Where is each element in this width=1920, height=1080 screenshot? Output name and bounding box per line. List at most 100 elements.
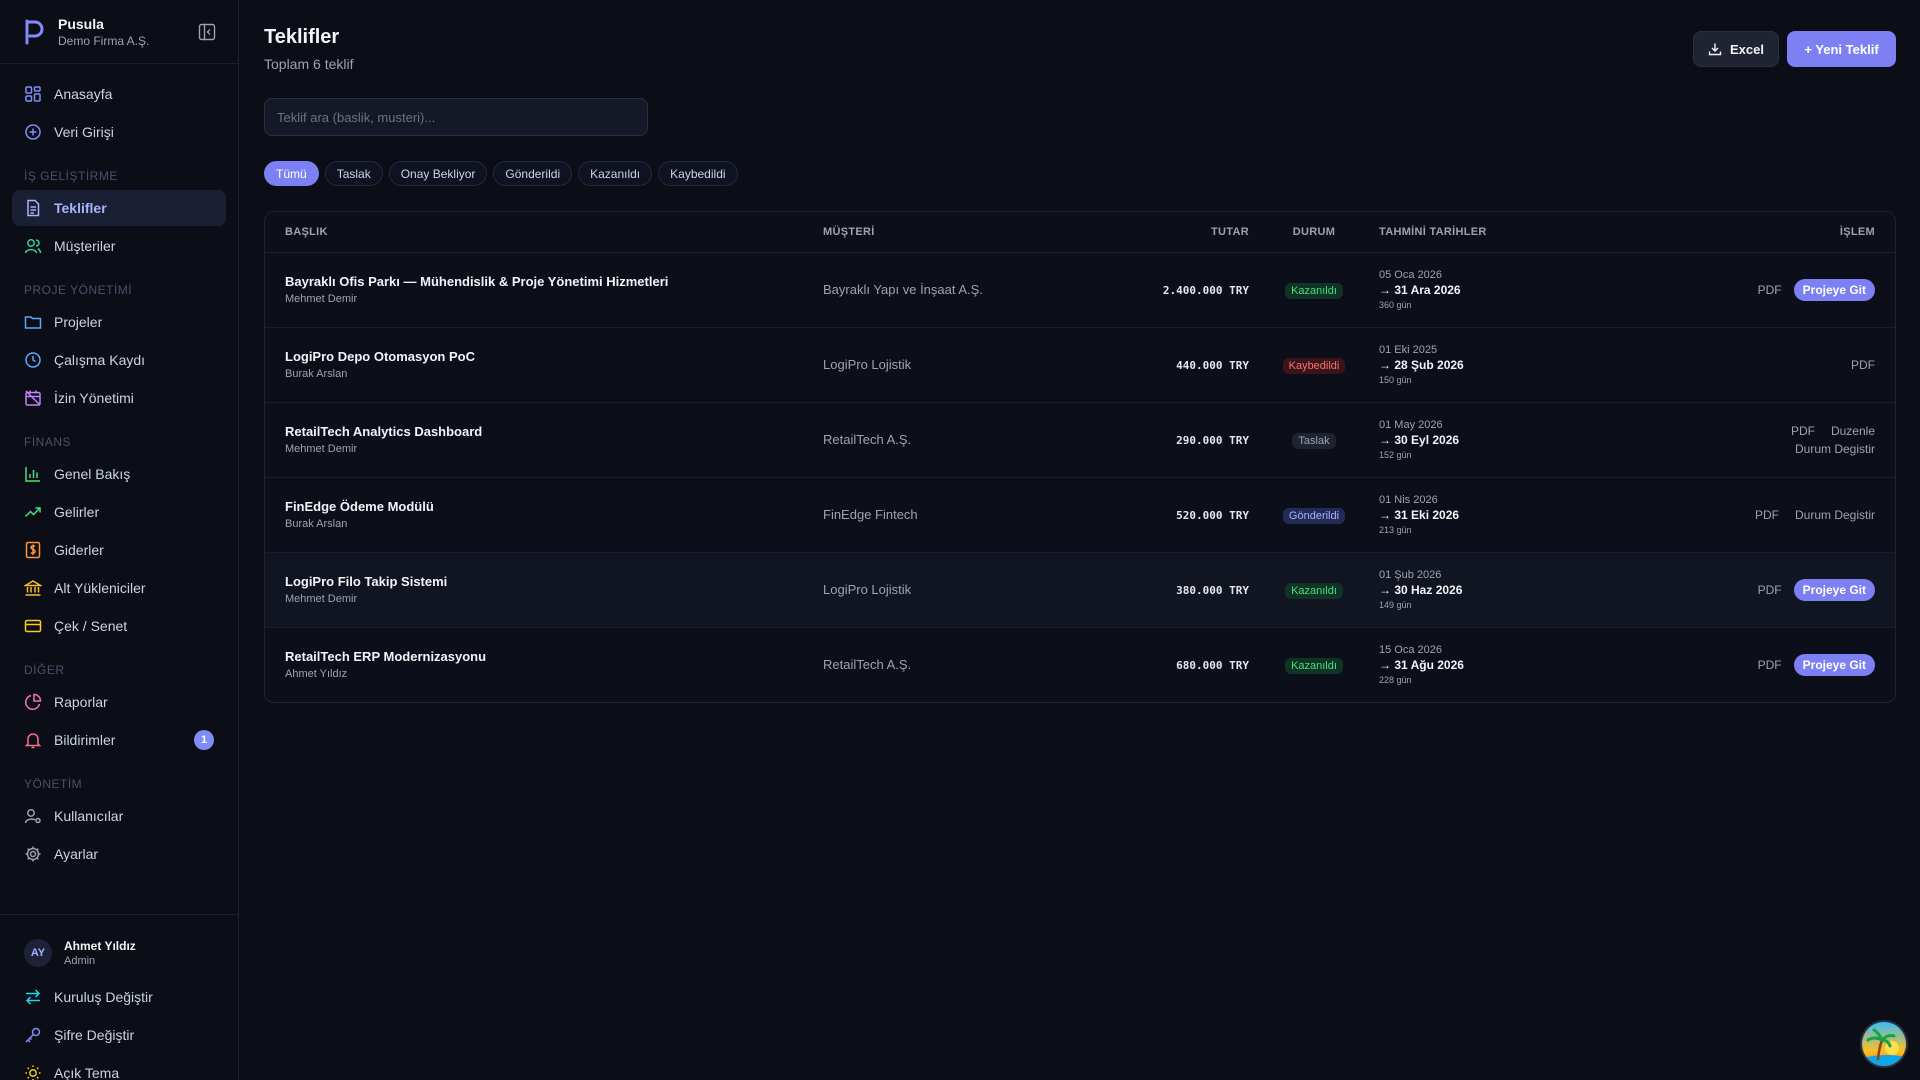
sidebar-item-reports[interactable]: Raporlar xyxy=(12,684,226,720)
excel-button-label: Excel xyxy=(1730,41,1764,57)
pdf-link[interactable]: PDF xyxy=(1758,583,1782,597)
pdf-link[interactable]: PDF xyxy=(1758,283,1782,297)
offer-customer: LogiPro Lojistik xyxy=(823,356,912,372)
header-status[interactable]: DURUM xyxy=(1249,212,1379,253)
credit-card-icon xyxy=(24,619,42,633)
pdf-link[interactable]: PDF xyxy=(1758,658,1782,672)
user-cog-icon xyxy=(24,809,41,824)
sidebar-item-label: Gelirler xyxy=(54,504,100,520)
sidebar-item-change-password[interactable]: Şifre Değiştir xyxy=(12,1017,226,1053)
offer-owner: Mehmet Demir xyxy=(285,443,358,455)
sidebar-item-subcontractors[interactable]: Alt Yükleniciler xyxy=(12,570,226,606)
sidebar-item-offers[interactable]: Teklifler xyxy=(12,190,226,226)
pdf-link[interactable]: PDF xyxy=(1755,508,1779,522)
status-badge: Gönderildi xyxy=(1282,507,1346,524)
sidebar-item-data-entry[interactable]: Veri Girişi xyxy=(12,114,226,150)
table-row[interactable]: LogiPro Filo Takip Sistemi Mehmet Demir L… xyxy=(265,552,1895,627)
offer-owner: Mehmet Demir xyxy=(285,593,358,605)
goto-project-button[interactable]: Projeye Git xyxy=(1793,578,1875,601)
receipt-icon xyxy=(25,541,41,559)
key-icon xyxy=(25,1027,41,1043)
offer-title[interactable]: LogiPro Depo Otomasyon PoC xyxy=(285,349,823,364)
folder-icon xyxy=(24,316,42,329)
nav-section-business-dev: İŞ GELİŞTİRME xyxy=(24,169,118,183)
sidebar-item-label: Kullanıcılar xyxy=(54,808,124,824)
offer-title[interactable]: LogiPro Filo Takip Sistemi xyxy=(285,574,823,589)
status-badge: Kazanıldı xyxy=(1285,657,1343,674)
header-action: İŞLEM xyxy=(1679,212,1895,253)
status-badge: Kazanıldı xyxy=(1285,282,1343,299)
dashboard-icon xyxy=(25,86,41,102)
offer-customer: RetailTech A.Ş. xyxy=(823,656,912,672)
filter-all[interactable]: Tümü xyxy=(264,161,319,186)
offer-title[interactable]: FinEdge Ödeme Modülü xyxy=(285,499,823,514)
start-date: 01 May 2026 xyxy=(1379,419,1443,431)
table-header-row: BAŞLIK MÜŞTERİ TUTAR DURUM TAHMİNİ TARİH… xyxy=(265,212,1895,253)
offer-title[interactable]: RetailTech ERP Modernizasyonu xyxy=(285,649,823,664)
filter-lost[interactable]: Kaybedildi xyxy=(658,161,738,186)
sidebar-item-worklog[interactable]: Çalışma Kaydı xyxy=(12,342,226,378)
sidebar-item-expenses[interactable]: Giderler xyxy=(12,532,226,568)
header-title[interactable]: BAŞLIK xyxy=(265,212,823,253)
duration-days: 360 gün xyxy=(1379,300,1412,310)
user-name: Ahmet Yıldız xyxy=(64,939,136,953)
current-user[interactable]: AY Ahmet Yıldız Admin xyxy=(0,937,238,969)
sidebar-item-label: Anasayfa xyxy=(54,86,113,102)
table-row[interactable]: RetailTech Analytics Dashboard Mehmet Dem… xyxy=(265,402,1895,477)
goto-project-button[interactable]: Projeye Git xyxy=(1793,653,1875,676)
change-status-link[interactable]: Durum Degistir xyxy=(1795,508,1875,522)
end-date: → 28 Şub 2026 xyxy=(1379,358,1464,372)
filter-sent[interactable]: Gönderildi xyxy=(493,161,573,186)
sidebar-item-settings[interactable]: Ayarlar xyxy=(12,836,226,872)
offer-title[interactable]: Bayraklı Ofis Parkı — Mühendislik & Proj… xyxy=(285,274,823,289)
sidebar-collapse-icon[interactable] xyxy=(198,23,216,41)
search-input[interactable] xyxy=(264,98,648,136)
sidebar-item-income[interactable]: Gelirler xyxy=(12,494,226,530)
offer-owner: Burak Arslan xyxy=(285,518,348,530)
filter-won[interactable]: Kazanıldı xyxy=(578,161,653,186)
filter-draft[interactable]: Taslak xyxy=(324,161,383,186)
header-dates[interactable]: TAHMİNİ TARİHLER xyxy=(1379,212,1679,253)
pdf-link[interactable]: PDF xyxy=(1791,424,1815,438)
new-offer-button[interactable]: + Yeni Teklif xyxy=(1787,31,1896,67)
start-date: 01 Şub 2026 xyxy=(1379,569,1442,581)
sidebar-item-label: Alt Yükleniciler xyxy=(54,580,146,596)
edit-link[interactable]: Duzenle xyxy=(1831,424,1875,438)
sidebar-item-label: Giderler xyxy=(54,542,104,558)
table-row[interactable]: LogiPro Depo Otomasyon PoC Burak Arslan L… xyxy=(265,327,1895,402)
end-date: → 30 Haz 2026 xyxy=(1379,583,1463,597)
sidebar-item-users[interactable]: Kullanıcılar xyxy=(12,798,226,834)
sidebar-item-projects[interactable]: Projeler xyxy=(12,304,226,340)
palm-beach-icon xyxy=(1862,1022,1906,1066)
table-row[interactable]: FinEdge Ödeme Modülü Burak Arslan FinEdge… xyxy=(265,477,1895,552)
header-customer[interactable]: MÜŞTERİ xyxy=(823,212,1099,253)
goto-project-button[interactable]: Projeye Git xyxy=(1793,278,1875,301)
change-status-link[interactable]: Durum Degistir xyxy=(1795,442,1875,456)
sidebar-item-home[interactable]: Anasayfa xyxy=(12,76,226,112)
sidebar-item-overview[interactable]: Genel Bakış xyxy=(12,456,226,492)
pusula-logo-icon xyxy=(25,19,44,44)
sidebar-item-switch-org[interactable]: Kuruluş Değiştir xyxy=(12,979,226,1015)
table-row[interactable]: Bayraklı Ofis Parkı — Mühendislik & Proj… xyxy=(265,252,1895,327)
end-date: → 31 Eki 2026 xyxy=(1379,508,1460,522)
end-date: → 31 Ağu 2026 xyxy=(1379,658,1464,673)
floating-assistant-widget[interactable] xyxy=(1860,1020,1908,1068)
sidebar-item-cheques[interactable]: Çek / Senet xyxy=(12,608,226,644)
offer-owner: Burak Arslan xyxy=(285,368,348,380)
offer-title[interactable]: RetailTech Analytics Dashboard xyxy=(285,424,823,439)
sidebar-item-notifications[interactable]: Bildirimler 1 xyxy=(12,722,226,758)
duration-days: 152 gün xyxy=(1379,450,1412,460)
sidebar-item-customers[interactable]: Müşteriler xyxy=(12,228,226,264)
table-row[interactable]: RetailTech ERP Modernizasyonu Ahmet Yıldı… xyxy=(265,627,1895,702)
sidebar-item-light-theme[interactable]: Açık Tema xyxy=(12,1055,226,1080)
offer-amount: 290.000 TRY xyxy=(1176,433,1249,447)
sidebar-item-leave[interactable]: İzin Yönetimi xyxy=(12,380,226,416)
filter-pending-approval[interactable]: Onay Bekliyor xyxy=(388,161,488,186)
excel-export-button[interactable]: Excel xyxy=(1693,31,1779,67)
pdf-link[interactable]: PDF xyxy=(1851,358,1875,372)
end-date: → 31 Ara 2026 xyxy=(1379,283,1461,297)
sidebar-item-label: Raporlar xyxy=(54,694,108,710)
offer-customer: LogiPro Lojistik xyxy=(823,581,912,597)
header-amount[interactable]: TUTAR xyxy=(1099,212,1249,253)
sidebar-item-label: Teklifler xyxy=(54,200,107,216)
